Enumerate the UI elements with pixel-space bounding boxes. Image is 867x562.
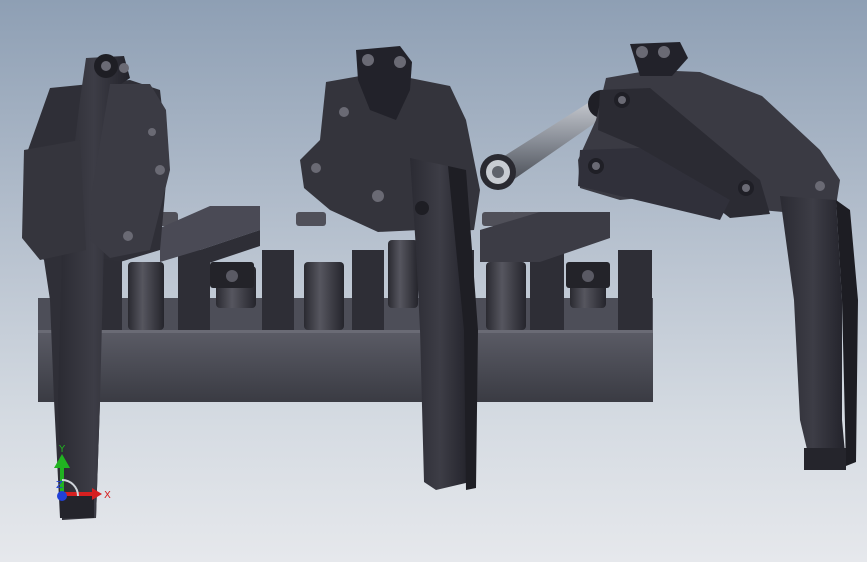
z-axis-label: Z [56,480,63,491]
z-axis-dot [57,491,67,501]
x-axis-label: X [104,490,111,501]
cad-model-view[interactable] [0,0,867,562]
x-axis-arrow [62,488,102,500]
y-axis-label: Y [58,444,66,455]
graphics-viewport[interactable]: Y X Z [0,0,867,562]
reference-triad: Y X Z [54,444,111,501]
